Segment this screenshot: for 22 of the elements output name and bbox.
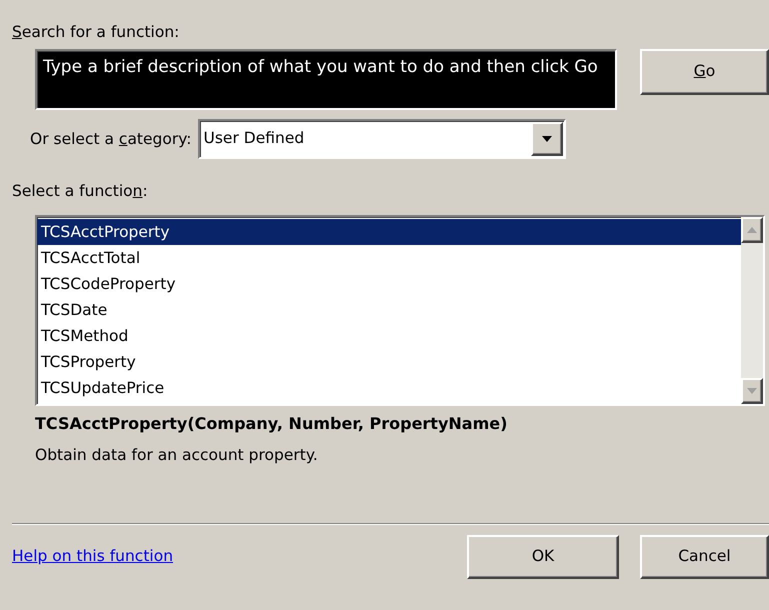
function-list-item[interactable]: TCSCodeProperty	[37, 271, 741, 297]
category-dropdown[interactable]: User Defined	[198, 119, 566, 159]
category-label: Or select a category:	[30, 129, 192, 149]
search-field[interactable]: Type a brief description of what you want to do and then click Go	[35, 49, 617, 110]
cancel-button[interactable]: Cancel	[640, 535, 769, 579]
function-list-item[interactable]: TCSMethod	[37, 323, 741, 349]
function-signature: TCSAcctProperty(Company, Number, PropertyName)	[35, 413, 508, 435]
help-link[interactable]: Help on this function	[12, 545, 174, 569]
dropdown-arrow-icon	[542, 136, 552, 142]
scroll-up-icon[interactable]	[747, 227, 757, 233]
scroll-down-icon[interactable]	[747, 388, 757, 394]
function-description: Obtain data for an account property.	[35, 445, 319, 465]
ok-button[interactable]: OK	[467, 535, 619, 579]
function-list-label: Select a function:	[12, 181, 149, 201]
go-button[interactable]: Go	[640, 49, 769, 95]
function-list-item[interactable]: TCSAcctProperty	[37, 219, 741, 245]
scrollbar[interactable]	[741, 217, 763, 404]
function-list-item[interactable]: TCSProperty	[37, 349, 741, 375]
function-list-item[interactable]: TCSDate	[37, 297, 741, 323]
search-label: Search for a function:	[12, 22, 180, 42]
function-list-item[interactable]: TCSAcctTotal	[37, 245, 741, 271]
function-list-item[interactable]: TCSUpdatePrice	[37, 375, 741, 401]
